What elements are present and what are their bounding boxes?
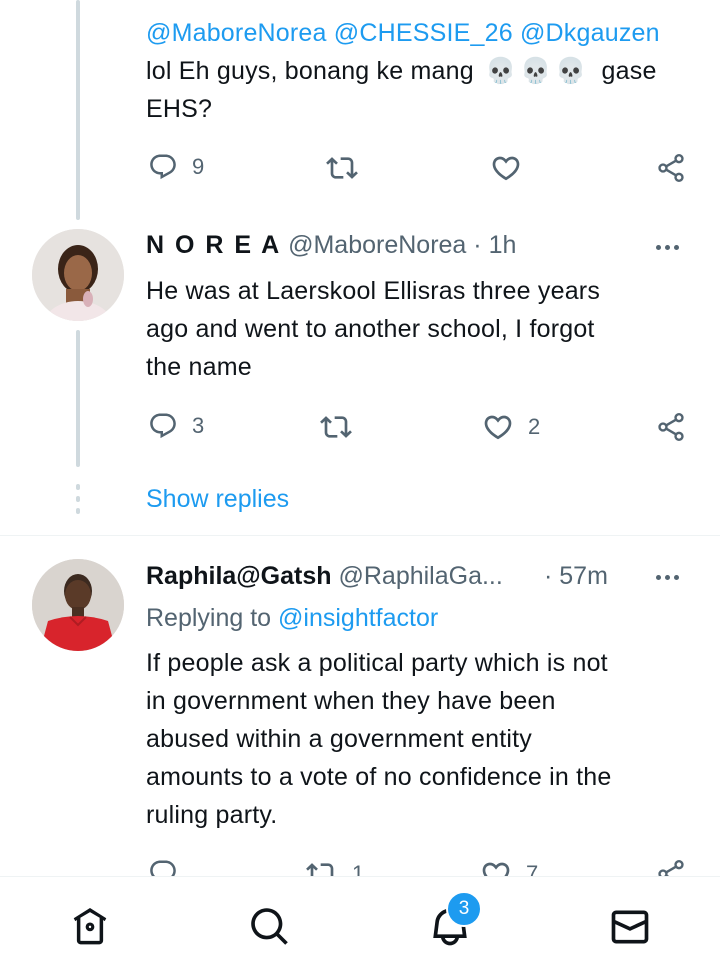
search-icon	[251, 908, 288, 945]
tweet-1-text: lol Eh guys, bonang ke mang 💀💀💀 gase	[146, 52, 657, 90]
thread-line-top	[76, 0, 80, 220]
nav-home[interactable]	[69, 905, 111, 952]
more-dot	[674, 245, 679, 250]
thread-dots	[76, 484, 80, 514]
tweet-3-text: If people ask a political party which is…	[146, 644, 611, 834]
share-icon	[658, 154, 684, 182]
retweet-icon	[326, 157, 358, 179]
user-handle[interactable]: @MaboreNorea	[288, 231, 466, 259]
tweet-3-line-4: amounts to a vote of no confidence in th…	[146, 763, 612, 791]
more-dot	[665, 245, 670, 250]
reply-icon	[150, 154, 176, 180]
display-name[interactable]: N O R E A	[146, 231, 281, 259]
more-options-button[interactable]	[656, 245, 679, 250]
replying-prefix: Replying to	[146, 604, 272, 632]
notifications-badge: 3	[446, 891, 482, 927]
tweet-time[interactable]: · 57m	[544, 562, 608, 591]
avatar-raphila[interactable]	[32, 559, 124, 651]
tweet-3-line-3: abused within a government entity	[146, 725, 532, 753]
heart-icon	[492, 156, 520, 181]
avatar-norea[interactable]	[32, 229, 124, 321]
replying-to: Replying to @insightfactor	[146, 604, 438, 633]
share-button[interactable]	[655, 152, 687, 184]
tweet-1-text-before: lol Eh guys, bonang ke mang	[146, 57, 474, 85]
share-icon	[658, 413, 684, 441]
tweet-2-line-2: ago and went to another school, I forgot	[146, 315, 595, 343]
nav-search[interactable]	[248, 905, 292, 954]
more-dot	[674, 575, 679, 580]
more-dot	[665, 575, 670, 580]
more-dot	[656, 245, 661, 250]
tweet-2-text: He was at Laerskool Ellisras three years…	[146, 272, 600, 386]
tweet-3-header: Raphila@Gatsh @RaphilaGa...	[146, 562, 503, 591]
thread-line-middle	[76, 330, 80, 467]
tweet-1-text-line3: EHS?	[146, 95, 213, 123]
replying-to-handle[interactable]: @insightfactor	[278, 604, 438, 632]
reply-button[interactable]: 3	[148, 411, 204, 441]
reply-button[interactable]: 9	[148, 152, 204, 182]
like-count: 2	[528, 414, 541, 439]
home-icon	[73, 907, 107, 945]
tweet-divider	[0, 535, 720, 536]
display-name[interactable]: Raphila@Gatsh	[146, 562, 332, 590]
bottom-nav: 3	[0, 876, 720, 968]
retweet-icon	[320, 416, 352, 438]
tweet-2-line-3: the name	[146, 353, 252, 381]
reply-icon	[150, 413, 176, 439]
heart-icon	[484, 415, 512, 440]
mail-icon	[611, 910, 649, 944]
tweet-time[interactable]: · 1h	[473, 231, 516, 259]
tweet-1-mentions[interactable]: @MaboreNorea @CHESSIE_26 @Dkgauzen	[146, 14, 660, 52]
reply-count: 3	[192, 413, 205, 438]
retweet-button[interactable]	[326, 152, 358, 184]
tweet-2-line-1: He was at Laerskool Ellisras three years	[146, 277, 601, 305]
like-button[interactable]: 2	[482, 411, 540, 443]
tweet-3-line-5: ruling party.	[146, 801, 278, 829]
share-button[interactable]	[655, 411, 687, 443]
more-options-button[interactable]	[656, 575, 679, 580]
reply-count: 9	[192, 154, 205, 179]
like-button[interactable]	[490, 152, 522, 184]
tweet-3-line-1: If people ask a political party which is…	[146, 649, 608, 677]
skull-emojis: 💀💀💀	[485, 57, 591, 85]
tweet-1-text-after: gase	[601, 57, 657, 85]
user-handle[interactable]: @RaphilaGa...	[338, 562, 502, 590]
tweet-3-line-2: in government when they have been	[146, 687, 556, 715]
nav-messages[interactable]	[608, 905, 652, 954]
tweet-2-header: N O R E A @MaboreNorea · 1h	[146, 231, 516, 260]
retweet-button[interactable]	[320, 411, 352, 443]
show-replies-link[interactable]: Show replies	[146, 485, 289, 514]
more-dot	[656, 575, 661, 580]
